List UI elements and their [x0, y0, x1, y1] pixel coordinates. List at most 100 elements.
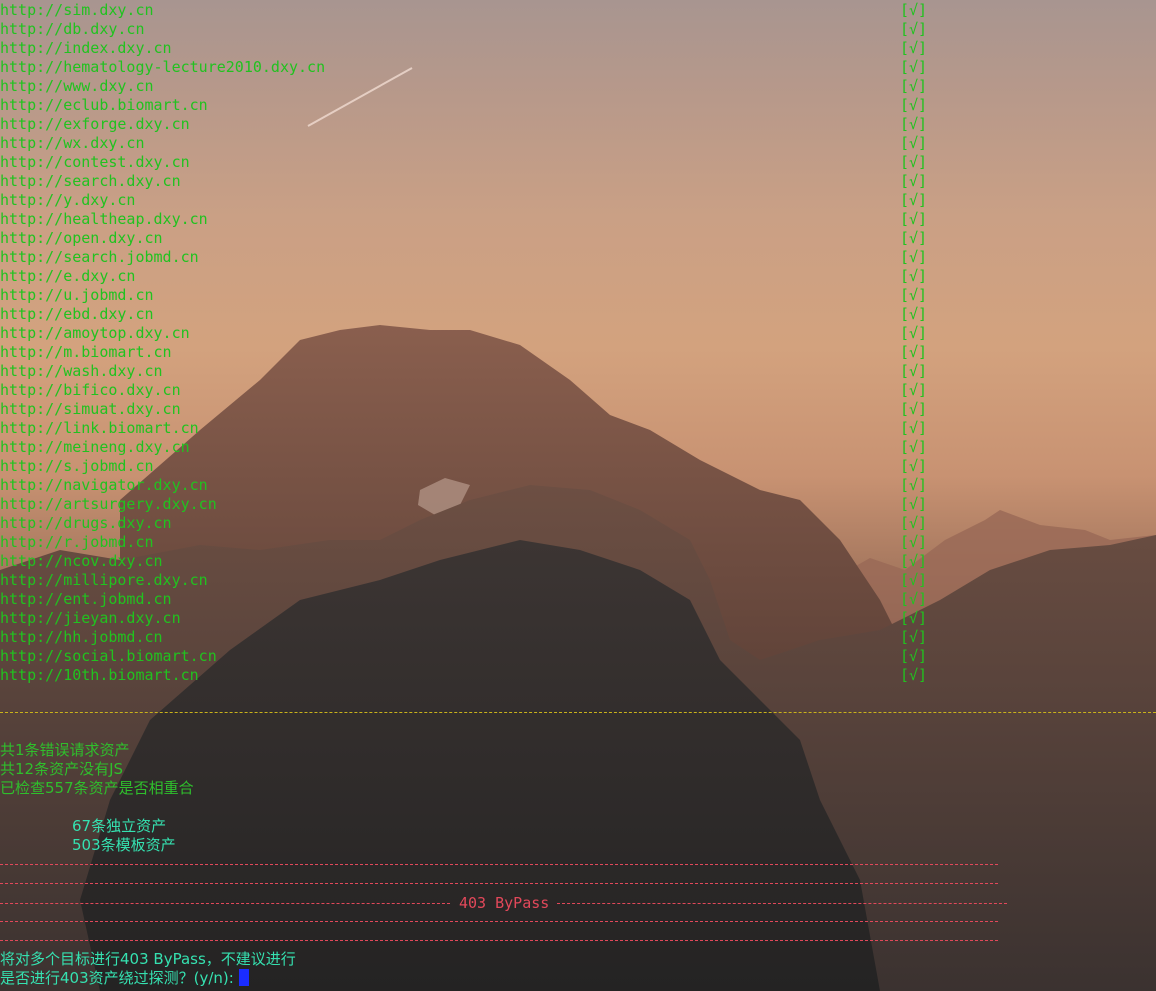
url-text: http://bifico.dxy.cn [0, 381, 181, 399]
url-text: http://jieyan.dxy.cn [0, 609, 181, 627]
url-result-row: http://eclub.biomart.cn [√] [0, 96, 1156, 115]
status-check: [√] [900, 39, 928, 57]
url-text: http://sim.dxy.cn [0, 1, 154, 19]
url-text: http://u.jobmd.cn [0, 286, 154, 304]
url-text: http://meineng.dxy.cn [0, 438, 190, 456]
url-text: http://ncov.dxy.cn [0, 552, 163, 570]
bypass-warning: 将对多个目标进行403 ByPass，不建议进行 [0, 950, 296, 968]
status-check: [√] [900, 96, 928, 114]
status-check: [√] [900, 476, 928, 494]
url-result-row: http://jieyan.dxy.cn [√] [0, 609, 1156, 628]
status-check: [√] [900, 457, 928, 475]
status-check: [√] [900, 267, 928, 285]
status-check: [√] [900, 590, 928, 608]
url-result-row: http://amoytop.dxy.cn [√] [0, 324, 1156, 343]
status-check: [√] [900, 609, 928, 627]
url-text: http://ent.jobmd.cn [0, 590, 172, 608]
status-check: [√] [900, 400, 928, 418]
url-result-row: http://s.jobmd.cn [√] [0, 457, 1156, 476]
url-text: http://search.dxy.cn [0, 172, 181, 190]
red-separator [0, 883, 998, 884]
url-text: http://navigator.dxy.cn [0, 476, 208, 494]
url-result-row: http://e.dxy.cn [√] [0, 267, 1156, 286]
url-result-row: http://ncov.dxy.cn [√] [0, 552, 1156, 571]
status-check: [√] [900, 305, 928, 323]
url-result-row: http://meineng.dxy.cn [√] [0, 438, 1156, 457]
status-check: [√] [900, 343, 928, 361]
url-result-row: http://social.biomart.cn [√] [0, 647, 1156, 666]
url-result-row: http://hh.jobmd.cn [√] [0, 628, 1156, 647]
url-text: http://amoytop.dxy.cn [0, 324, 190, 342]
status-check: [√] [900, 628, 928, 646]
url-result-row: http://wash.dxy.cn [√] [0, 362, 1156, 381]
red-separator [0, 864, 998, 865]
summary-checked: 已检查557条资产是否相重合 [0, 779, 194, 797]
url-result-row: http://exforge.dxy.cn [√] [0, 115, 1156, 134]
status-check: [√] [900, 533, 928, 551]
summary-error-requests: 共1条错误请求资产 [0, 741, 130, 759]
terminal-output: http://sim.dxy.cn [√] http://db.dxy.cn [√] h… [0, 1, 1156, 685]
url-result-row: http://simuat.dxy.cn [√] [0, 400, 1156, 419]
url-result-row: http://link.biomart.cn [√] [0, 419, 1156, 438]
summary-unique: 67条独立资产 [72, 817, 167, 835]
url-result-row: http://r.jobmd.cn [√] [0, 533, 1156, 552]
url-result-row: http://drugs.dxy.cn [√] [0, 514, 1156, 533]
url-text: http://y.dxy.cn [0, 191, 136, 209]
url-text: http://simuat.dxy.cn [0, 400, 181, 418]
status-check: [√] [900, 495, 928, 513]
url-text: http://ebd.dxy.cn [0, 305, 154, 323]
url-result-row: http://wx.dxy.cn [√] [0, 134, 1156, 153]
url-text: http://eclub.biomart.cn [0, 96, 208, 114]
status-check: [√] [900, 362, 928, 380]
url-result-row: http://ent.jobmd.cn [√] [0, 590, 1156, 609]
status-check: [√] [900, 419, 928, 437]
yellow-separator [0, 712, 1156, 713]
url-text: http://wx.dxy.cn [0, 134, 145, 152]
url-text: http://healtheap.dxy.cn [0, 210, 208, 228]
url-result-row: http://open.dxy.cn [√] [0, 229, 1156, 248]
url-result-row: http://u.jobmd.cn [√] [0, 286, 1156, 305]
url-result-row: http://y.dxy.cn [√] [0, 191, 1156, 210]
status-check: [√] [900, 552, 928, 570]
status-check: [√] [900, 571, 928, 589]
status-check: [√] [900, 77, 928, 95]
url-text: http://m.biomart.cn [0, 343, 172, 361]
url-result-row: http://contest.dxy.cn [√] [0, 153, 1156, 172]
red-separator [557, 903, 1007, 904]
url-text: http://www.dxy.cn [0, 77, 154, 95]
url-result-row: http://bifico.dxy.cn [√] [0, 381, 1156, 400]
url-text: http://index.dxy.cn [0, 39, 172, 57]
bypass-section-title: 403 ByPass [459, 894, 550, 912]
status-check: [√] [900, 248, 928, 266]
red-separator [0, 903, 450, 904]
url-result-row: http://sim.dxy.cn [√] [0, 1, 1156, 20]
status-check: [√] [900, 134, 928, 152]
status-check: [√] [900, 58, 928, 76]
status-check: [√] [900, 229, 928, 247]
url-text: http://wash.dxy.cn [0, 362, 163, 380]
url-result-row: http://ebd.dxy.cn [√] [0, 305, 1156, 324]
url-text: http://open.dxy.cn [0, 229, 163, 247]
status-check: [√] [900, 647, 928, 665]
status-check: [√] [900, 438, 928, 456]
url-text: http://hh.jobmd.cn [0, 628, 163, 646]
url-text: http://link.biomart.cn [0, 419, 199, 437]
status-check: [√] [900, 324, 928, 342]
url-text: http://s.jobmd.cn [0, 457, 154, 475]
url-text: http://exforge.dxy.cn [0, 115, 190, 133]
url-result-row: http://healtheap.dxy.cn [√] [0, 210, 1156, 229]
url-text: http://contest.dxy.cn [0, 153, 190, 171]
status-check: [√] [900, 1, 928, 19]
red-separator [0, 940, 998, 941]
url-result-row: http://10th.biomart.cn [√] [0, 666, 1156, 685]
terminal-cursor[interactable] [238, 969, 249, 986]
url-text: http://search.jobmd.cn [0, 248, 199, 266]
summary-no-js: 共12条资产没有JS [0, 760, 124, 778]
url-result-row: http://artsurgery.dxy.cn [√] [0, 495, 1156, 514]
status-check: [√] [900, 153, 928, 171]
url-result-row: http://www.dxy.cn [√] [0, 77, 1156, 96]
url-result-row: http://index.dxy.cn [√] [0, 39, 1156, 58]
url-text: http://social.biomart.cn [0, 647, 217, 665]
url-result-row: http://m.biomart.cn [√] [0, 343, 1156, 362]
url-result-row: http://db.dxy.cn [√] [0, 20, 1156, 39]
